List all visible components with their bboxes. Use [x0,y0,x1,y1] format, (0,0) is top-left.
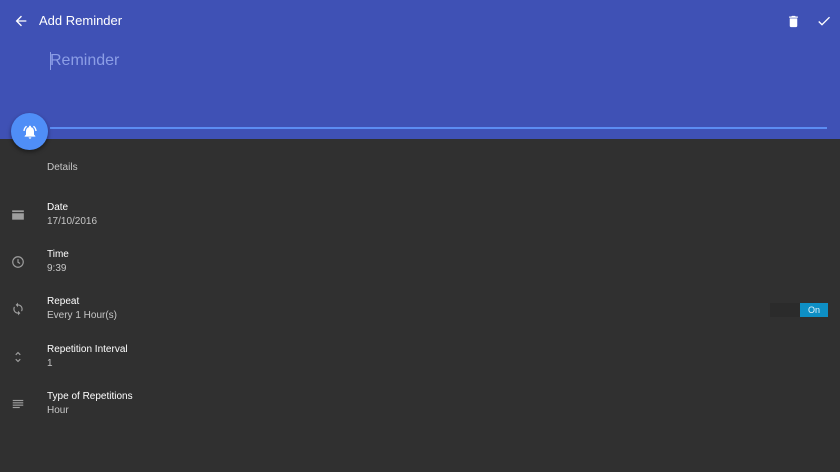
repetition-type-value: Hour [47,405,69,416]
repetition-type-row[interactable]: Type of Repetitions Hour [0,385,840,429]
delete-button[interactable] [781,9,805,33]
reminder-input-underline [50,127,827,129]
time-value: 9:39 [47,263,67,274]
toggle-on-label: On [800,303,828,317]
time-title: Time [47,249,69,260]
repeat-icon [9,300,27,318]
repeat-value: Every 1 Hour(s) [47,310,118,321]
list-icon [9,395,27,413]
text-caret [50,52,51,70]
repeat-title: Repeat [47,296,80,307]
toolbar: Add Reminder [0,0,840,42]
alarm-fab-button[interactable] [11,113,48,150]
repeat-toggle[interactable]: On [770,303,828,317]
trash-icon [788,15,798,27]
date-row[interactable]: Date 17/10/2016 [0,196,840,240]
date-title: Date [47,202,69,213]
reminder-input[interactable] [50,46,820,76]
time-row[interactable]: Time 9:39 [0,243,840,287]
repeat-row[interactable]: Repeat Every 1 Hour(s) [0,290,840,334]
repetition-type-title: Type of Repetitions [47,391,133,402]
repetition-interval-value: 1 [47,358,53,369]
repetition-interval-title: Repetition Interval [47,344,128,355]
toggle-track [770,303,800,317]
header: Add Reminder [0,0,840,139]
alarm-bell-icon [22,125,37,139]
back-button[interactable] [9,9,33,33]
details-section-label: Details [47,162,78,173]
repetition-interval-row[interactable]: Repetition Interval 1 [0,338,840,382]
date-value: 17/10/2016 [47,216,98,227]
calendar-icon [9,206,27,224]
toolbar-title: Add Reminder [39,13,123,28]
arrow-back-icon [15,15,27,27]
save-button[interactable] [812,9,836,33]
clock-icon [9,253,27,271]
check-icon [818,16,830,26]
unfold-icon [9,348,27,366]
